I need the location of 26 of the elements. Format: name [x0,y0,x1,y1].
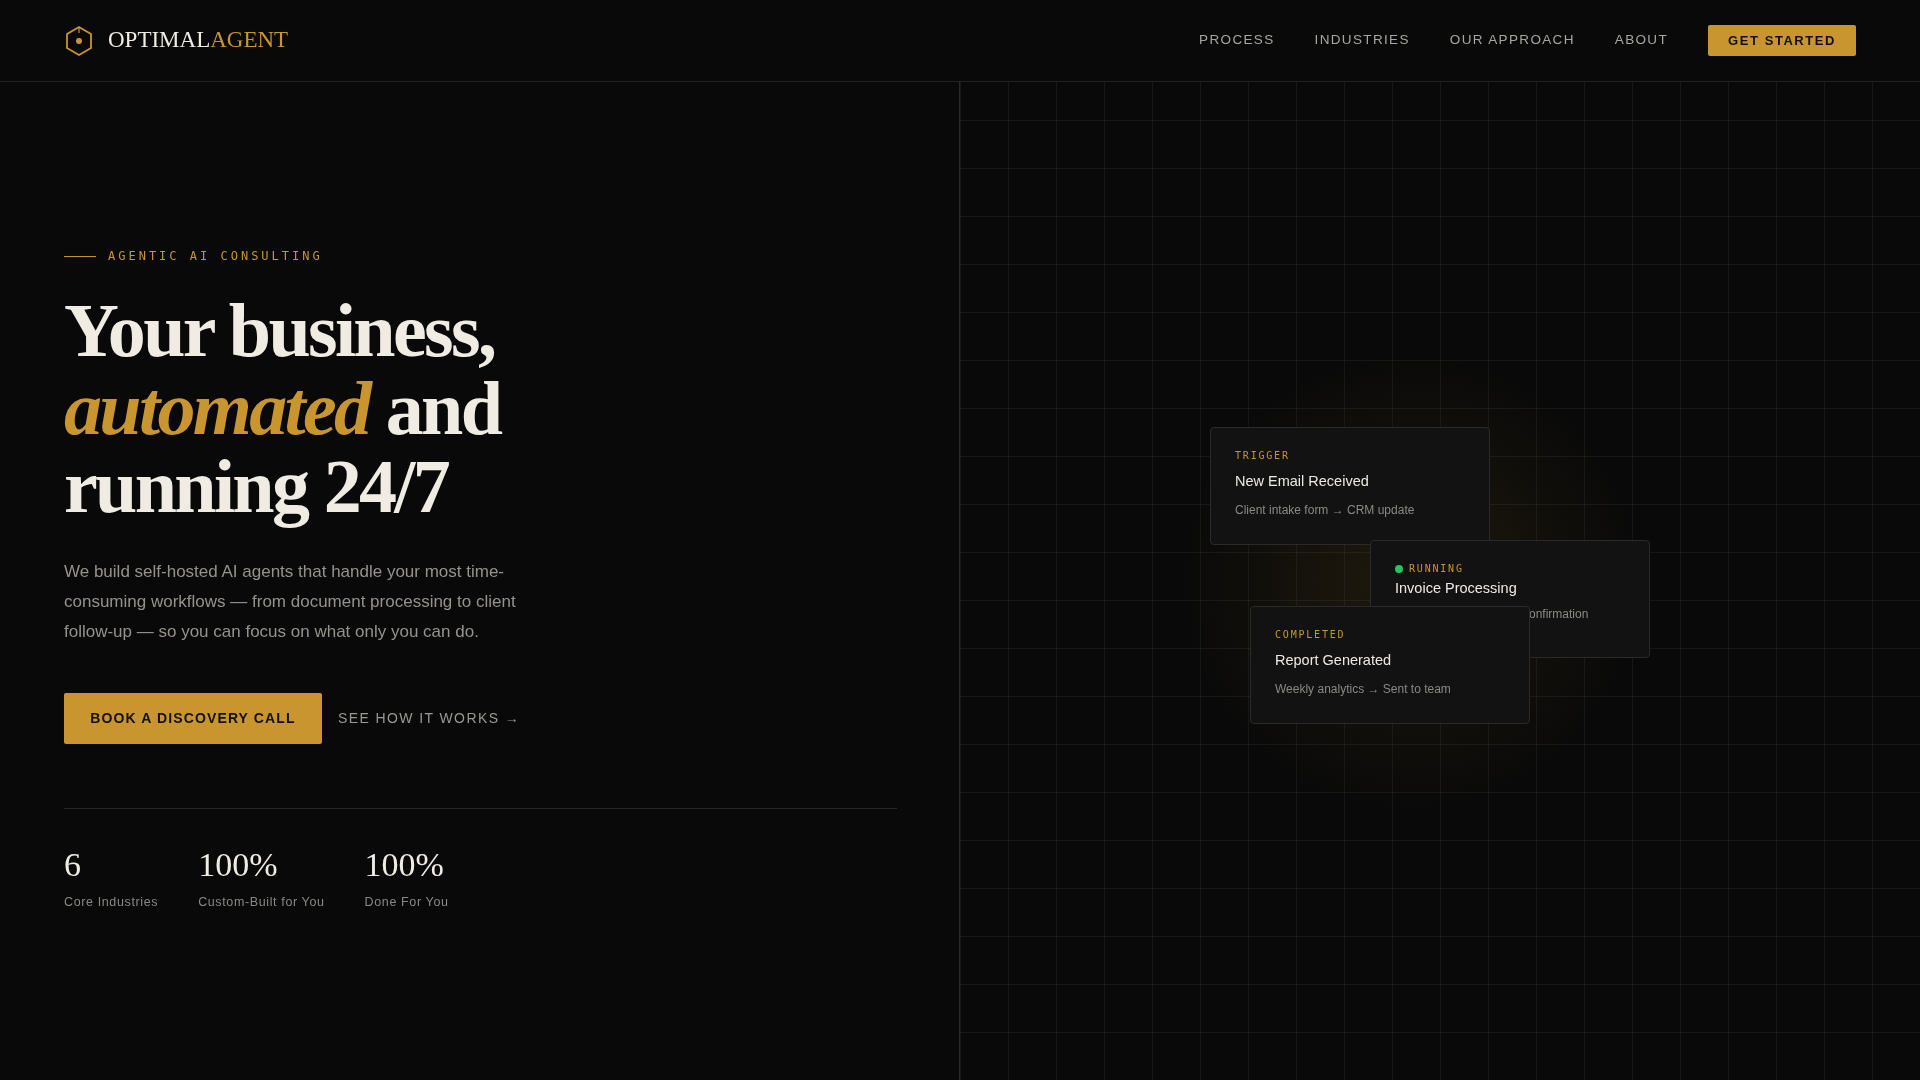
stat-value: 6 [64,847,82,883]
nav-link[interactable]: INDUSTRIES [1314,30,1410,51]
status-label: RUNNING [1409,562,1464,576]
card-detail: Weekly analytics → Sent to team [1275,680,1452,698]
hero-description: We build self-hosted AI agents that handle your most time-consuming workflows — from document processing to client follow-up — so you can focus on what only you can do. [64,561,517,643]
status-label: TRIGGER [1235,449,1290,463]
nav-link[interactable]: ABOUT [1614,30,1669,51]
hexagon-logo-icon [64,24,94,57]
stat-value: 100% [198,847,279,883]
nav-link[interactable]: PROCESS [1199,30,1275,51]
card-title: New Email Received [1235,472,1370,491]
stat-label: Done For You [364,894,449,911]
card-title: Report Generated [1275,651,1393,670]
card-title: Invoice Processing [1395,580,1518,597]
nav-link[interactable]: OUR APPROACH [1449,30,1575,51]
get-started-button[interactable]: GET STARTED [1708,25,1856,56]
stat-label: Custom-Built for You [198,894,325,911]
status-label: COMPLETED [1275,628,1346,642]
card-detail: onfirmation [1529,606,1590,623]
brand-name[interactable]: OPTIMALAGENT [108,23,289,58]
card-detail: Client intake form → CRM update [1235,501,1416,519]
stat-value: 100% [364,847,445,883]
discovery-call-button[interactable]: BOOK A DISCOVERY CALL [64,693,322,744]
stat-label: Core Industries [64,894,159,911]
how-it-works-link[interactable]: SEE HOW IT WORKS → [338,708,521,729]
eyebrow-label: AGENTIC AI CONSULTING [108,248,323,265]
